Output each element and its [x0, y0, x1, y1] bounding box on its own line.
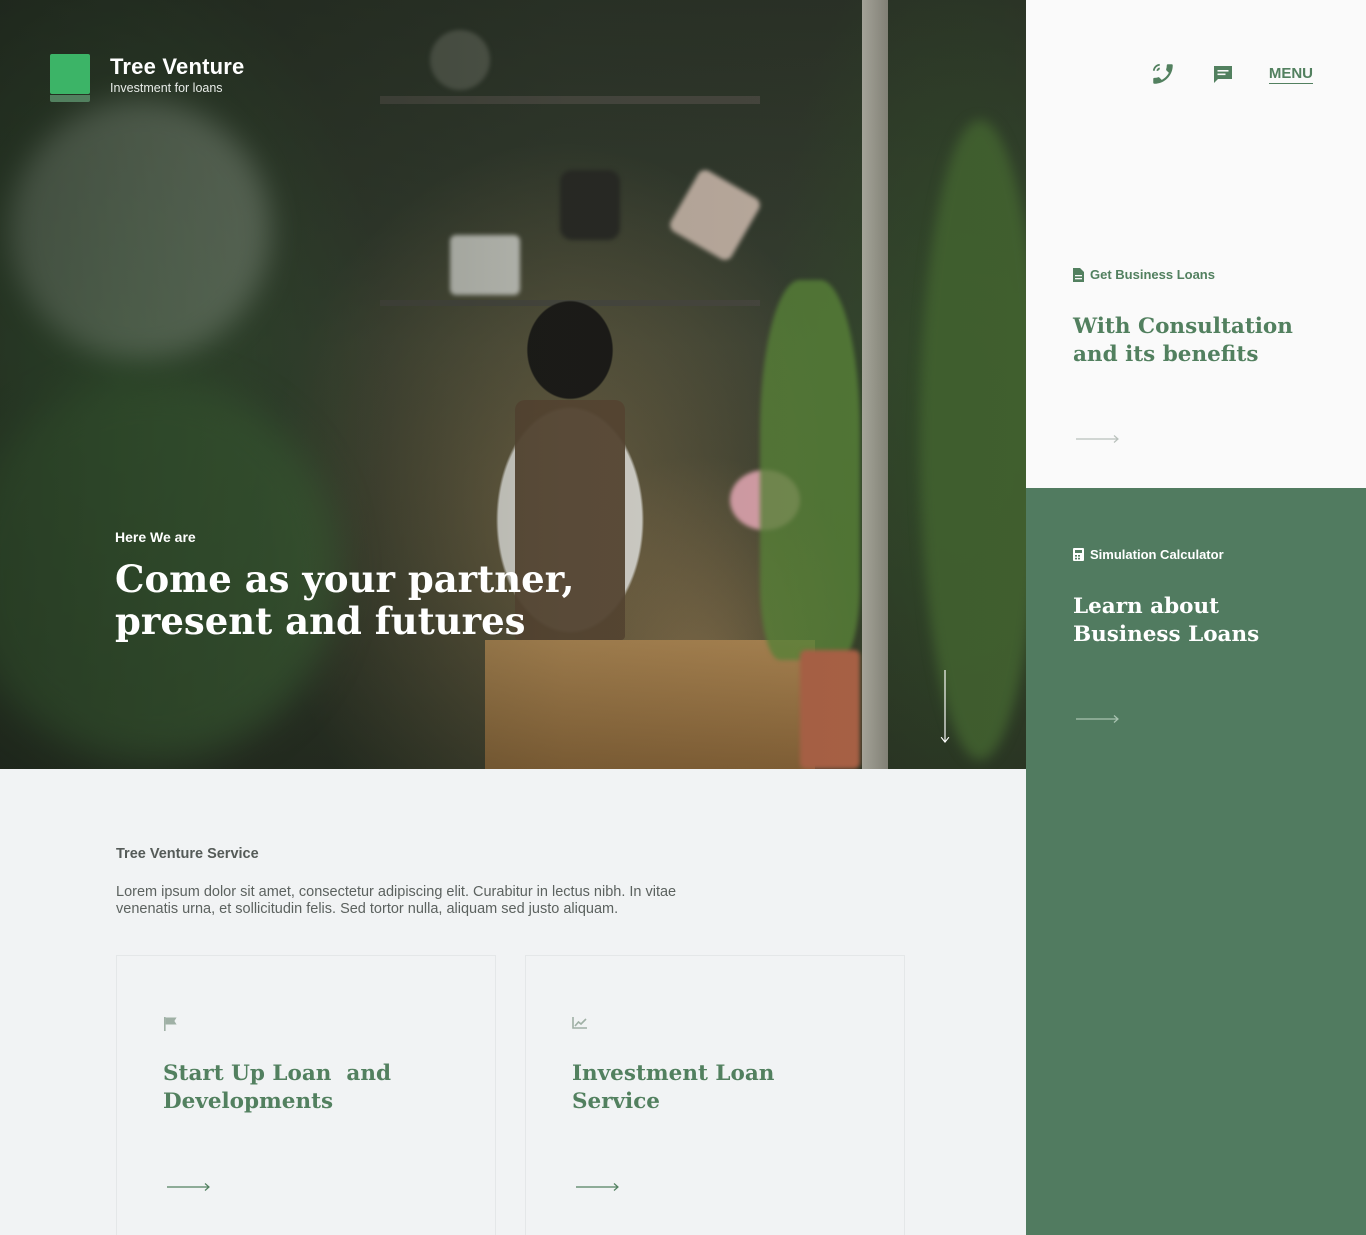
calculator-title-line: Business Loans	[1073, 622, 1260, 647]
consultation-title-line: and its benefits	[1073, 342, 1259, 367]
phone-icon[interactable]	[1149, 60, 1177, 88]
services-label: Tree Venture Service	[116, 846, 259, 862]
hero-title-line: present and futures	[115, 599, 526, 643]
hero-title-line: Come as your partner,	[115, 557, 575, 601]
document-icon	[1073, 267, 1084, 282]
service-card-title-line: Investment Loan	[572, 1061, 775, 1086]
calculator-title-line: Learn about	[1073, 594, 1220, 619]
logo-mark-icon	[50, 54, 90, 102]
hero-section: Tree Venture Investment for loans Here W…	[0, 0, 1026, 769]
services-description-line: Lorem ipsum dolor sit amet, consectetur …	[116, 884, 677, 900]
consultation-title: With Consultation and its benefits	[1073, 313, 1333, 369]
calculator-title: Learn about Business Loans	[1073, 593, 1333, 649]
chart-icon	[572, 1017, 587, 1029]
service-card-title-line: Developments	[163, 1089, 334, 1114]
menu-link[interactable]: MENU	[1268, 65, 1313, 84]
service-card-startup[interactable]: Start Up Loan and Developments	[116, 955, 496, 1235]
consultation-panel: MENU Get Business Loans With Consultatio…	[1026, 0, 1366, 488]
chat-icon[interactable]	[1209, 60, 1237, 88]
scroll-down-icon[interactable]	[940, 670, 950, 744]
hero-title: Come as your partner, present and future…	[115, 558, 635, 642]
services-description-line: venenatis urna, et sollicitudin felis. S…	[116, 901, 619, 917]
arrow-right-icon[interactable]	[1076, 714, 1120, 724]
hero-eyebrow: Here We are	[115, 529, 196, 545]
arrow-right-icon[interactable]	[1076, 434, 1120, 444]
flag-icon	[164, 1017, 177, 1031]
consultation-eyebrow: Get Business Loans	[1073, 267, 1215, 282]
arrow-right-icon[interactable]	[576, 1182, 620, 1192]
calculator-panel: Simulation Calculator Learn about Busine…	[1026, 488, 1366, 1235]
arrow-right-icon[interactable]	[167, 1182, 211, 1192]
service-card-title-line: Start Up Loan and	[163, 1061, 391, 1086]
service-card-title: Investment Loan Service	[572, 1060, 832, 1116]
top-nav: MENU	[1149, 60, 1313, 88]
brand-name: Tree Venture	[110, 54, 245, 79]
service-card-title-line: Service	[572, 1089, 660, 1114]
calculator-eyebrow-label: Simulation Calculator	[1090, 547, 1224, 562]
calculator-icon	[1073, 548, 1084, 561]
brand-logo[interactable]: Tree Venture Investment for loans	[50, 54, 244, 102]
services-description: Lorem ipsum dolor sit amet, consectetur …	[116, 884, 716, 918]
hero-overlay	[0, 0, 1026, 769]
consultation-title-line: With Consultation	[1073, 314, 1293, 339]
consultation-eyebrow-label: Get Business Loans	[1090, 267, 1215, 282]
service-card-investment[interactable]: Investment Loan Service	[525, 955, 905, 1235]
brand-tagline: Investment for loans	[110, 81, 223, 95]
calculator-eyebrow: Simulation Calculator	[1073, 547, 1224, 562]
service-card-title: Start Up Loan and Developments	[163, 1060, 423, 1116]
